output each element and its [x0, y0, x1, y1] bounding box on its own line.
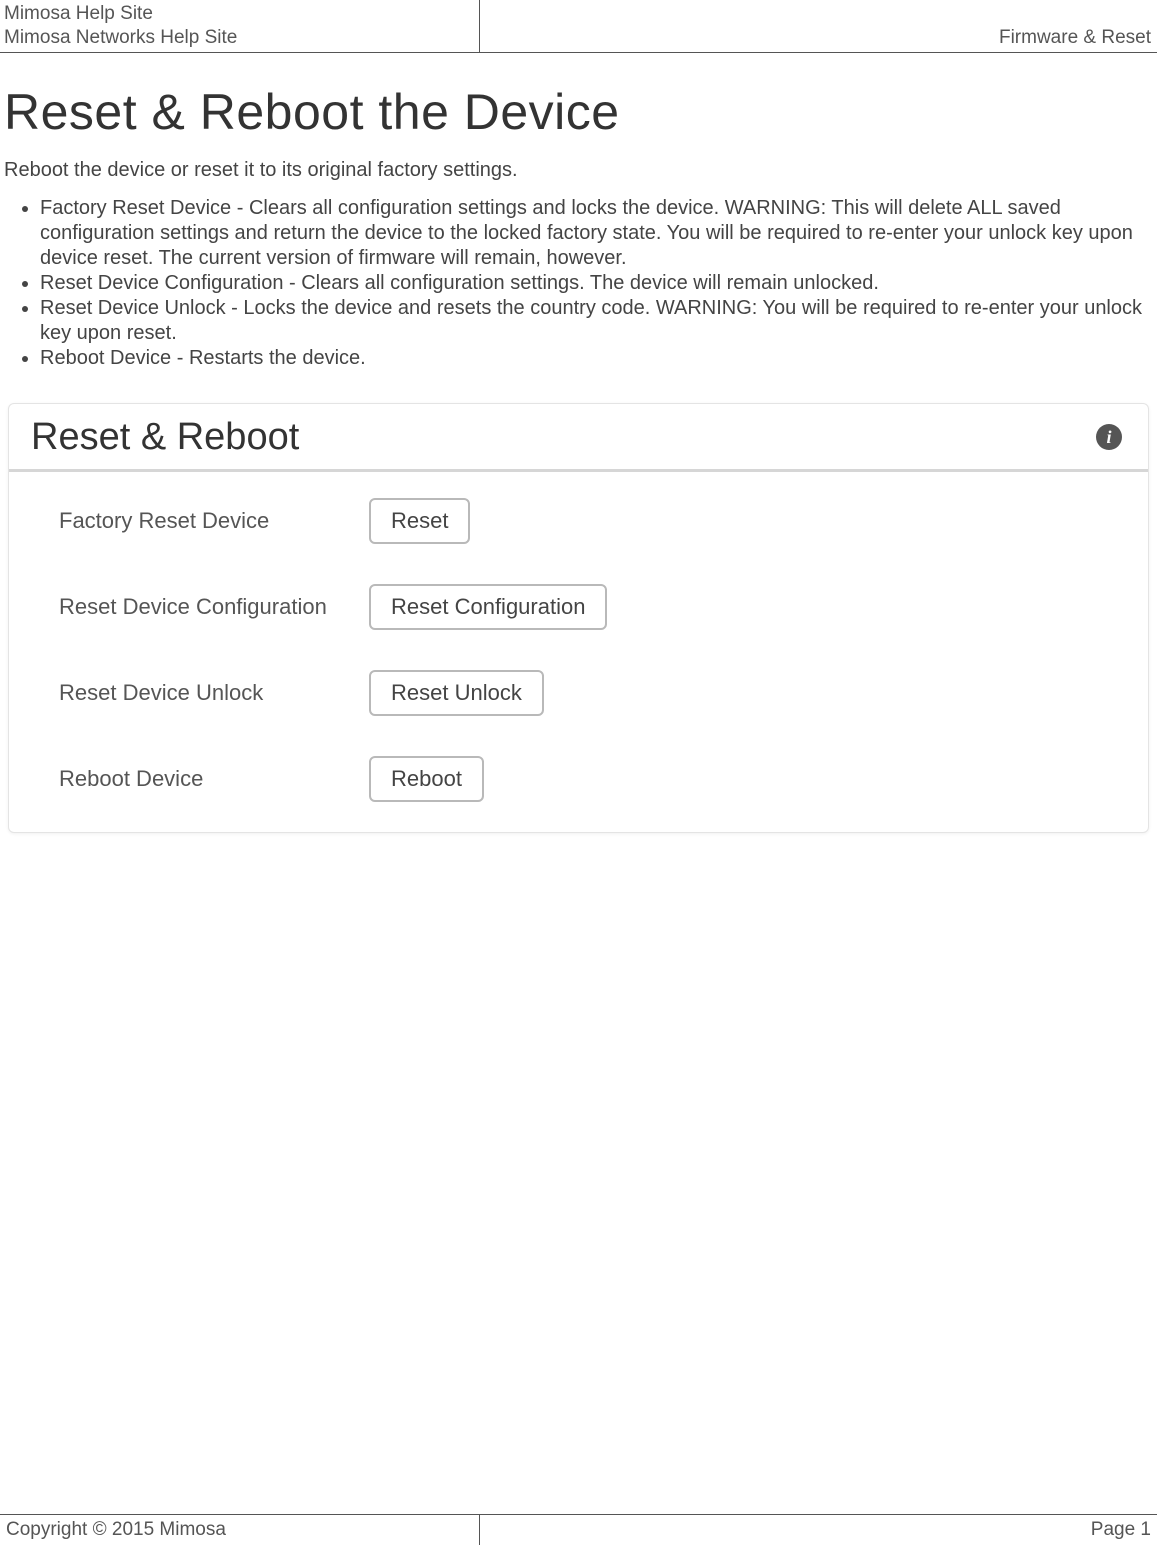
- label-reset-config: Reset Device Configuration: [59, 594, 369, 620]
- reset-reboot-panel: Reset & Reboot i Factory Reset Device Re…: [8, 403, 1149, 833]
- list-item: Reboot Device - Restarts the device.: [40, 346, 1153, 371]
- page-number: Page 1: [1091, 1519, 1151, 1540]
- site-title-line2: Mimosa Networks Help Site: [4, 26, 475, 50]
- reset-config-button[interactable]: Reset Configuration: [369, 584, 607, 630]
- page-footer: Copyright © 2015 Mimosa Page 1: [0, 1514, 1157, 1545]
- list-item: Reset Device Unlock - Locks the device a…: [40, 296, 1153, 346]
- label-factory-reset: Factory Reset Device: [59, 508, 369, 534]
- copyright: Copyright © 2015 Mimosa: [6, 1519, 226, 1540]
- content: Reset & Reboot the Device Reboot the dev…: [0, 53, 1157, 833]
- intro-text: Reboot the device or reset it to its ori…: [4, 159, 1153, 182]
- list-item: Factory Reset Device - Clears all config…: [40, 196, 1153, 271]
- breadcrumb: Firmware & Reset: [999, 26, 1151, 50]
- site-title-line1: Mimosa Help Site: [4, 2, 475, 26]
- row-reset-unlock: Reset Device Unlock Reset Unlock: [59, 670, 1126, 716]
- footer-left: Copyright © 2015 Mimosa: [0, 1515, 480, 1545]
- list-item: Reset Device Configuration - Clears all …: [40, 271, 1153, 296]
- factory-reset-button[interactable]: Reset: [369, 498, 470, 544]
- footer-right: Page 1: [480, 1515, 1157, 1545]
- row-factory-reset: Factory Reset Device Reset: [59, 498, 1126, 544]
- header-right: Firmware & Reset: [480, 0, 1157, 52]
- page-header: Mimosa Help Site Mimosa Networks Help Si…: [0, 0, 1157, 53]
- panel-header: Reset & Reboot i: [9, 404, 1148, 472]
- bullet-list: Factory Reset Device - Clears all config…: [4, 196, 1153, 371]
- panel-title: Reset & Reboot: [31, 416, 299, 459]
- reset-unlock-button[interactable]: Reset Unlock: [369, 670, 544, 716]
- reboot-button[interactable]: Reboot: [369, 756, 484, 802]
- page-title: Reset & Reboot the Device: [4, 83, 1153, 141]
- row-reboot: Reboot Device Reboot: [59, 756, 1126, 802]
- label-reset-unlock: Reset Device Unlock: [59, 680, 369, 706]
- row-reset-config: Reset Device Configuration Reset Configu…: [59, 584, 1126, 630]
- info-icon[interactable]: i: [1096, 424, 1122, 450]
- panel-body: Factory Reset Device Reset Reset Device …: [9, 472, 1148, 802]
- header-left: Mimosa Help Site Mimosa Networks Help Si…: [0, 0, 480, 52]
- label-reboot: Reboot Device: [59, 766, 369, 792]
